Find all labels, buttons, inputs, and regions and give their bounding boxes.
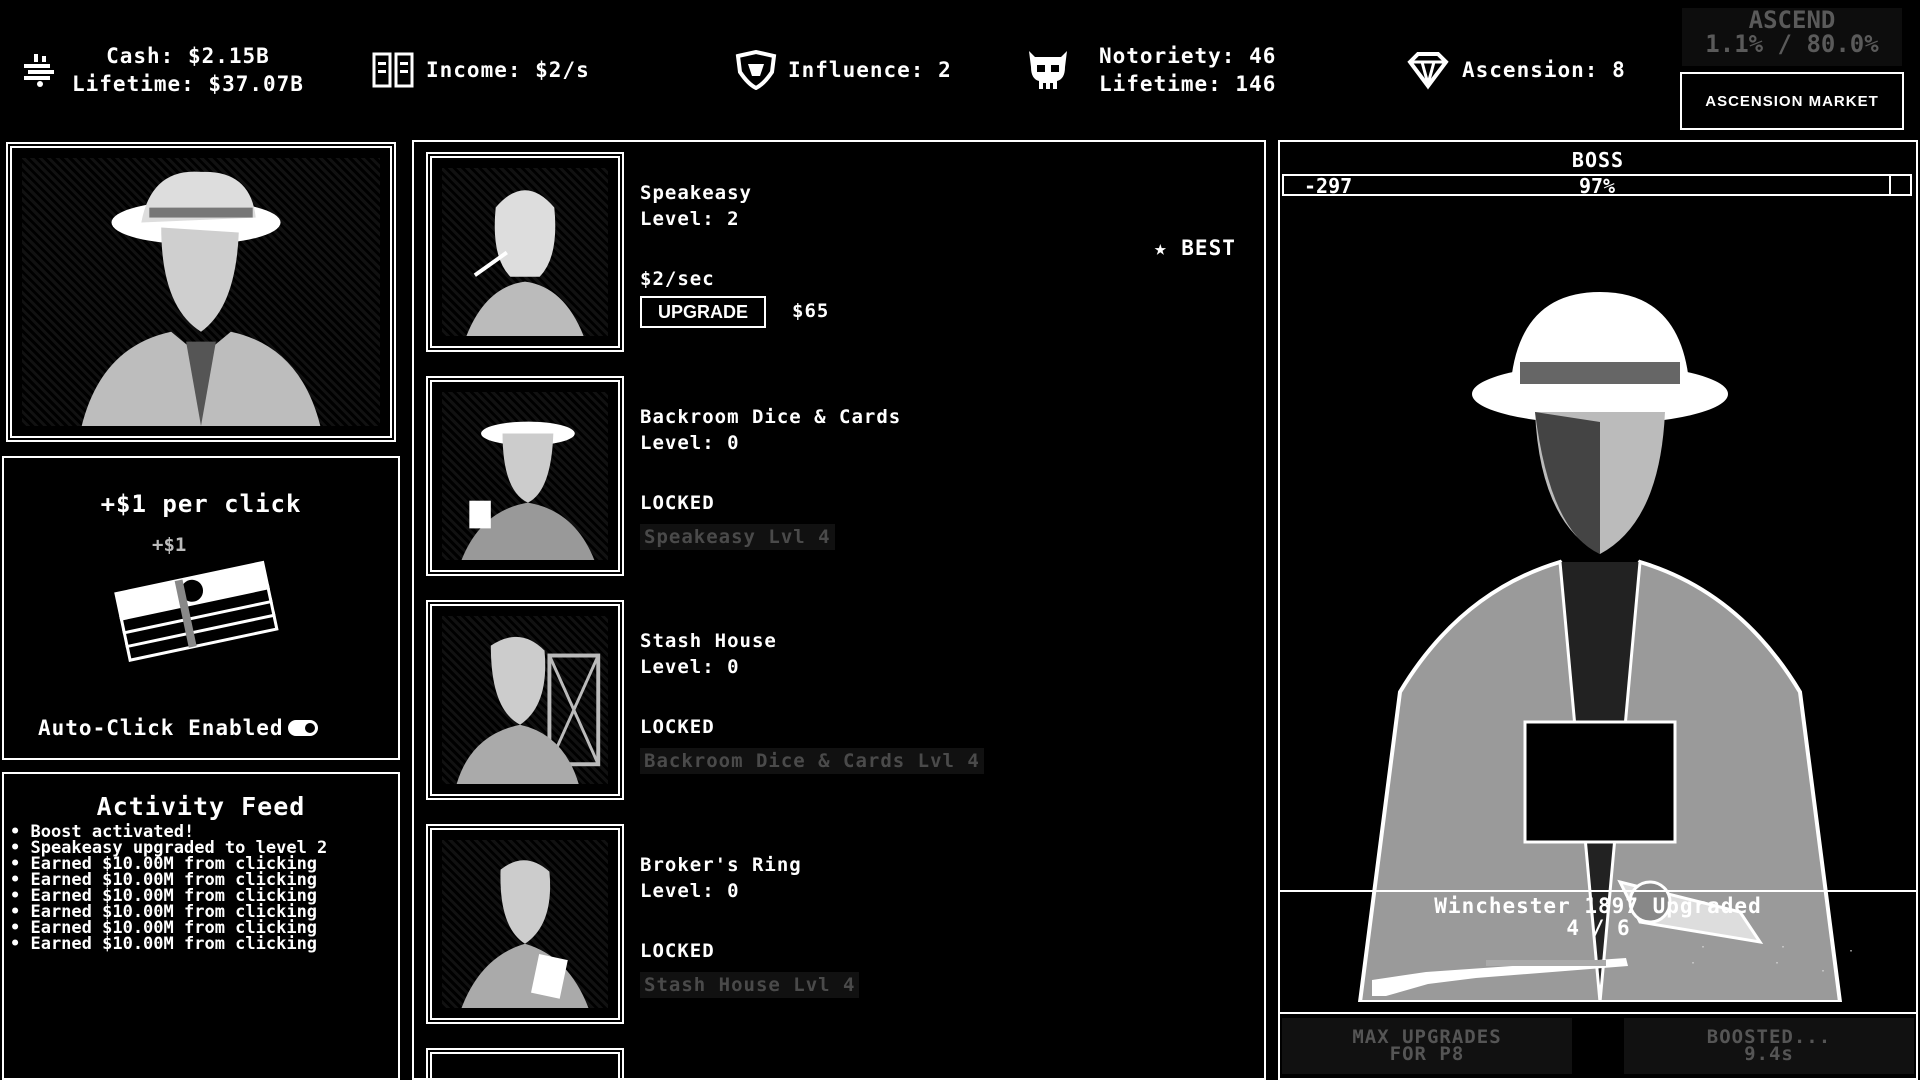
auto-click-label: Auto-Click Enabled (38, 716, 284, 740)
business-unlock-requirement: Speakeasy Lvl 4 (640, 524, 835, 550)
boss-health-bar: -297 97% (1282, 174, 1912, 198)
business-list-panel: Speakeasy Level: 2 ★ BEST $2/sec UPGRADE… (412, 140, 1266, 1080)
activity-feed-panel: Activity Feed • Boost activated! • Speak… (2, 772, 400, 1080)
business-locked-status: LOCKED (640, 940, 715, 962)
speakeasy-portrait (442, 168, 608, 336)
cash-stat: Cash: $2.15B Lifetime: $37.07B (20, 42, 304, 98)
lifetime-cash-value: Lifetime: $37.07B (72, 72, 304, 96)
feed-item: • Earned $10.00M from clicking (10, 934, 318, 954)
business-locked-status: LOCKED (640, 492, 715, 514)
income-value: Income: $2/s (426, 58, 590, 82)
backroom-portrait (442, 392, 608, 560)
ascension-stat: Ascension: 8 (1406, 50, 1626, 90)
auto-click-toggle[interactable] (287, 720, 318, 736)
max-upgrades-line2: FOR P8 (1389, 1043, 1465, 1065)
business-name: Stash House (640, 630, 777, 652)
max-upgrades-button[interactable]: MAX UPGRADES FOR P8 (1282, 1018, 1572, 1074)
business-row-speakeasy: Speakeasy Level: 2 ★ BEST $2/sec UPGRADE… (426, 152, 1246, 366)
shotgun-icon (1366, 950, 1636, 1002)
ascension-value: Ascension: 8 (1462, 58, 1626, 82)
business-row-stash-house: Stash House Level: 0 LOCKED Backroom Dic… (426, 600, 1246, 814)
brokers-ring-portrait (442, 840, 608, 1008)
activity-feed-title: Activity Feed (96, 792, 306, 821)
business-level: Level: 2 (640, 208, 740, 230)
boss-panel[interactable]: BOSS -297 97% Winchester 1897 Upgraded 4… (1278, 140, 1918, 1080)
upgrade-speakeasy-button[interactable]: UPGRADE (640, 296, 767, 328)
business-locked-status: LOCKED (640, 716, 715, 738)
money-stack-icon (20, 50, 60, 90)
weapon-sparkles: · · · · · · (1690, 942, 1855, 977)
business-portrait-frame (426, 600, 624, 800)
ascend-title: ASCEND (1748, 6, 1836, 34)
weapon-panel[interactable]: Winchester 1897 Upgraded 4 / 6 · · · · ·… (1280, 890, 1916, 1014)
business-best-badge: ★ BEST (1154, 236, 1236, 260)
business-portrait-frame (426, 376, 624, 576)
business-unlock-requirement: Stash House Lvl 4 (640, 972, 860, 998)
business-name: Backroom Dice & Cards (640, 406, 902, 428)
business-portrait-frame (426, 152, 624, 352)
boss-health-percent: 97% (1578, 174, 1616, 198)
influence-stat: Influence: 2 (734, 50, 952, 90)
auto-click-row[interactable]: Auto-Click Enabled (38, 716, 318, 740)
notoriety-lifetime-value: Lifetime: 146 (1099, 72, 1277, 96)
skull-icon (1025, 45, 1071, 95)
click-float-text: +$1 (152, 534, 187, 556)
weapon-progress: 4 / 6 (1566, 916, 1630, 940)
business-unlock-requirement: Backroom Dice & Cards Lvl 4 (640, 748, 984, 774)
player-portrait-frame (6, 142, 396, 442)
per-click-label: +$1 per click (100, 490, 302, 518)
business-row-backroom: Backroom Dice & Cards Level: 0 LOCKED Sp… (426, 376, 1246, 590)
business-row-brokers-ring: Broker's Ring Level: 0 LOCKED Stash Hous… (426, 824, 1246, 1038)
business-level: Level: 0 (640, 432, 740, 454)
business-level: Level: 0 (640, 656, 740, 678)
ledger-icon (372, 50, 416, 90)
influence-value: Influence: 2 (788, 58, 952, 82)
boosted-line2: 9.4s (1744, 1043, 1794, 1065)
boost-button[interactable]: BOOSTED... 9.4s (1624, 1018, 1914, 1074)
click-panel[interactable]: +$1 per click +$1 Auto-Click Enabled (2, 456, 400, 760)
business-name: Speakeasy (640, 182, 752, 204)
cash-stack-button[interactable] (114, 558, 294, 688)
upgrade-cost: $65 (792, 300, 830, 322)
cash-value: Cash: $2.15B (106, 44, 270, 68)
business-level: Level: 0 (640, 880, 740, 902)
business-rate: $2/sec (640, 268, 715, 290)
shield-icon (734, 50, 778, 90)
ascend-progress-text: 1.1% / 80.0% (1705, 30, 1879, 58)
boss-title: BOSS (1571, 148, 1625, 172)
notoriety-value: Notoriety: 46 (1099, 44, 1277, 68)
player-portrait (22, 158, 380, 426)
ascend-progress[interactable]: ASCEND 1.1% / 80.0% (1682, 8, 1902, 66)
business-portrait-frame-partial (426, 1048, 624, 1078)
weapon-name: Winchester 1897 Upgraded (1434, 894, 1762, 918)
diamond-icon (1406, 50, 1450, 90)
stash-house-portrait (442, 616, 608, 784)
activity-feed-list: • Boost activated! • Speakeasy upgraded … (10, 824, 340, 954)
income-stat: Income: $2/s (372, 50, 590, 90)
business-name: Broker's Ring (640, 854, 802, 876)
ascension-market-button[interactable]: ASCENSION MARKET (1680, 72, 1904, 130)
notoriety-stat: Notoriety: 46 Lifetime: 146 (1025, 42, 1276, 98)
business-portrait-frame (426, 824, 624, 1024)
